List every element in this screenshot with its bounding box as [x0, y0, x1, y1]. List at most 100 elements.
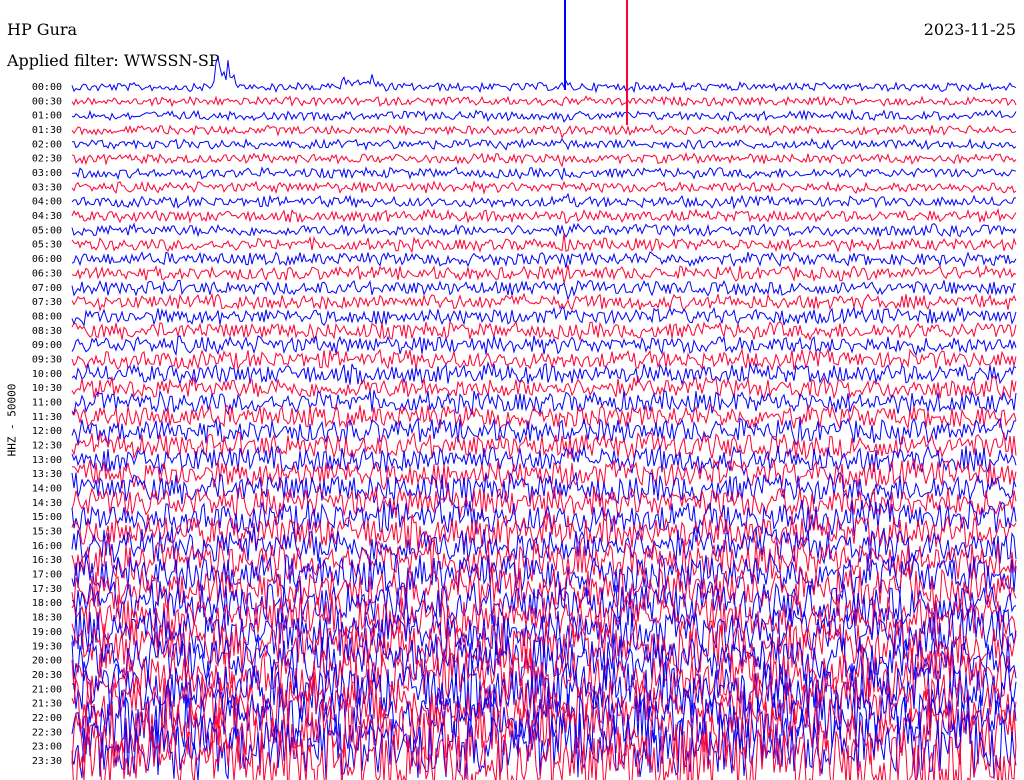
trace-line — [71, 485, 1017, 521]
trace-line — [71, 681, 1017, 752]
trace-line — [71, 698, 1017, 767]
trace-line — [71, 335, 1017, 357]
trace-line — [71, 166, 1017, 182]
trace-line — [71, 123, 1017, 139]
tick-label: 12:00 — [32, 426, 62, 437]
trace-line — [71, 320, 1017, 342]
tick-label: 21:00 — [32, 684, 62, 695]
tick-label: 21:30 — [32, 699, 62, 710]
trace-line — [71, 279, 1017, 301]
trace-line — [71, 207, 1017, 225]
trace-line — [71, 416, 1016, 446]
trace-group — [71, 0, 1017, 780]
trace-line — [71, 632, 1017, 689]
trace-line — [71, 499, 1017, 536]
row-label-group: 00:00 00:30 01:00 01:30 02:00 02:30 03:00 03:30… — [32, 82, 62, 767]
filter-subtitle: Applied filter: WWSSN-SP — [7, 51, 220, 70]
trace-line — [71, 95, 1017, 108]
tick-label: 05:00 — [32, 225, 62, 236]
trace-line — [71, 180, 1017, 195]
tick-label: 15:30 — [32, 527, 62, 538]
trace-line — [71, 658, 1017, 721]
trace-line — [71, 431, 1017, 462]
tick-label: 19:30 — [32, 641, 62, 652]
trace-line — [71, 264, 1017, 284]
trace-line — [71, 361, 1017, 386]
tick-label: 17:00 — [32, 570, 62, 581]
trace-line — [71, 305, 1017, 328]
tick-label: 23:30 — [32, 756, 62, 767]
tick-label: 11:30 — [32, 412, 62, 423]
tick-label: 06:30 — [32, 268, 62, 279]
trace-line — [71, 552, 1017, 596]
station-title: HP Gura — [7, 20, 78, 39]
tick-label: 00:00 — [32, 82, 62, 93]
tick-label: 18:30 — [32, 613, 62, 624]
tick-label: 07:00 — [32, 283, 62, 294]
tick-label: 16:30 — [32, 555, 62, 566]
channel-axis-label: HHZ - 50000 — [5, 383, 19, 457]
trace-line — [71, 525, 1017, 565]
tick-label: 09:00 — [32, 340, 62, 351]
trace-line — [71, 725, 1017, 780]
tick-label: 22:00 — [32, 713, 62, 724]
tick-label: 09:30 — [32, 354, 62, 365]
tick-label: 14:30 — [32, 498, 62, 509]
tick-label: 15:00 — [32, 512, 62, 523]
tick-label: 17:30 — [32, 584, 62, 595]
tick-label: 03:30 — [32, 182, 62, 193]
trace-line — [71, 711, 1017, 780]
tick-label: 14:00 — [32, 484, 62, 495]
trace-line — [72, 458, 1017, 491]
trace-line — [71, 671, 1017, 732]
tick-label: 10:30 — [32, 383, 62, 394]
tick-label: 12:30 — [32, 441, 62, 452]
trace-line — [71, 137, 1017, 151]
tick-label: 04:30 — [32, 211, 62, 222]
tick-label: 03:00 — [32, 168, 62, 179]
trace-line — [71, 151, 1017, 168]
trace-line — [71, 251, 1017, 269]
trace-line — [71, 619, 1017, 673]
trace-line — [71, 347, 1017, 372]
trace-line — [71, 593, 1017, 643]
trace-line — [71, 233, 1017, 254]
tick-label: 19:00 — [32, 627, 62, 638]
tick-label: 08:00 — [32, 311, 62, 322]
tick-label: 05:30 — [32, 240, 62, 251]
tick-label: 23:00 — [32, 742, 62, 753]
trace-line — [71, 108, 1017, 123]
trace-line — [71, 565, 1017, 614]
date-label: 2023-11-25 — [923, 20, 1016, 39]
tick-label: 11:00 — [32, 397, 62, 408]
trace-line — [71, 444, 1017, 477]
trace-line — [71, 512, 1017, 551]
helicorder-plot: 00:00 00:30 01:00 01:30 02:00 02:30 03:00 03:30… — [32, 0, 1017, 780]
tick-label: 00:30 — [32, 96, 62, 107]
trace-line — [71, 292, 1017, 313]
tick-label: 20:00 — [32, 656, 62, 667]
tick-label: 01:30 — [32, 125, 62, 136]
tick-label: 01:00 — [32, 111, 62, 122]
trace-line — [71, 389, 1017, 416]
tick-label: 20:30 — [32, 670, 62, 681]
trace-line — [71, 222, 1017, 239]
tick-label: 06:00 — [32, 254, 62, 265]
tick-label: 13:00 — [32, 455, 62, 466]
tick-label: 02:30 — [32, 154, 62, 165]
trace-line — [72, 580, 1017, 627]
tick-label: 18:00 — [32, 598, 62, 609]
trace-line — [71, 471, 1017, 505]
trace-line — [71, 646, 1017, 706]
trace-line — [71, 537, 1017, 582]
tick-label: 02:00 — [32, 139, 62, 150]
tick-label: 16:00 — [32, 541, 62, 552]
tick-label: 07:30 — [32, 297, 62, 308]
tick-label: 10:00 — [32, 369, 62, 380]
trace-line — [71, 605, 1017, 660]
trace-line — [71, 375, 1017, 400]
tick-label: 13:30 — [32, 469, 62, 480]
trace-line — [71, 403, 1017, 431]
tick-label: 04:00 — [32, 197, 62, 208]
tick-label: 08:30 — [32, 326, 62, 337]
